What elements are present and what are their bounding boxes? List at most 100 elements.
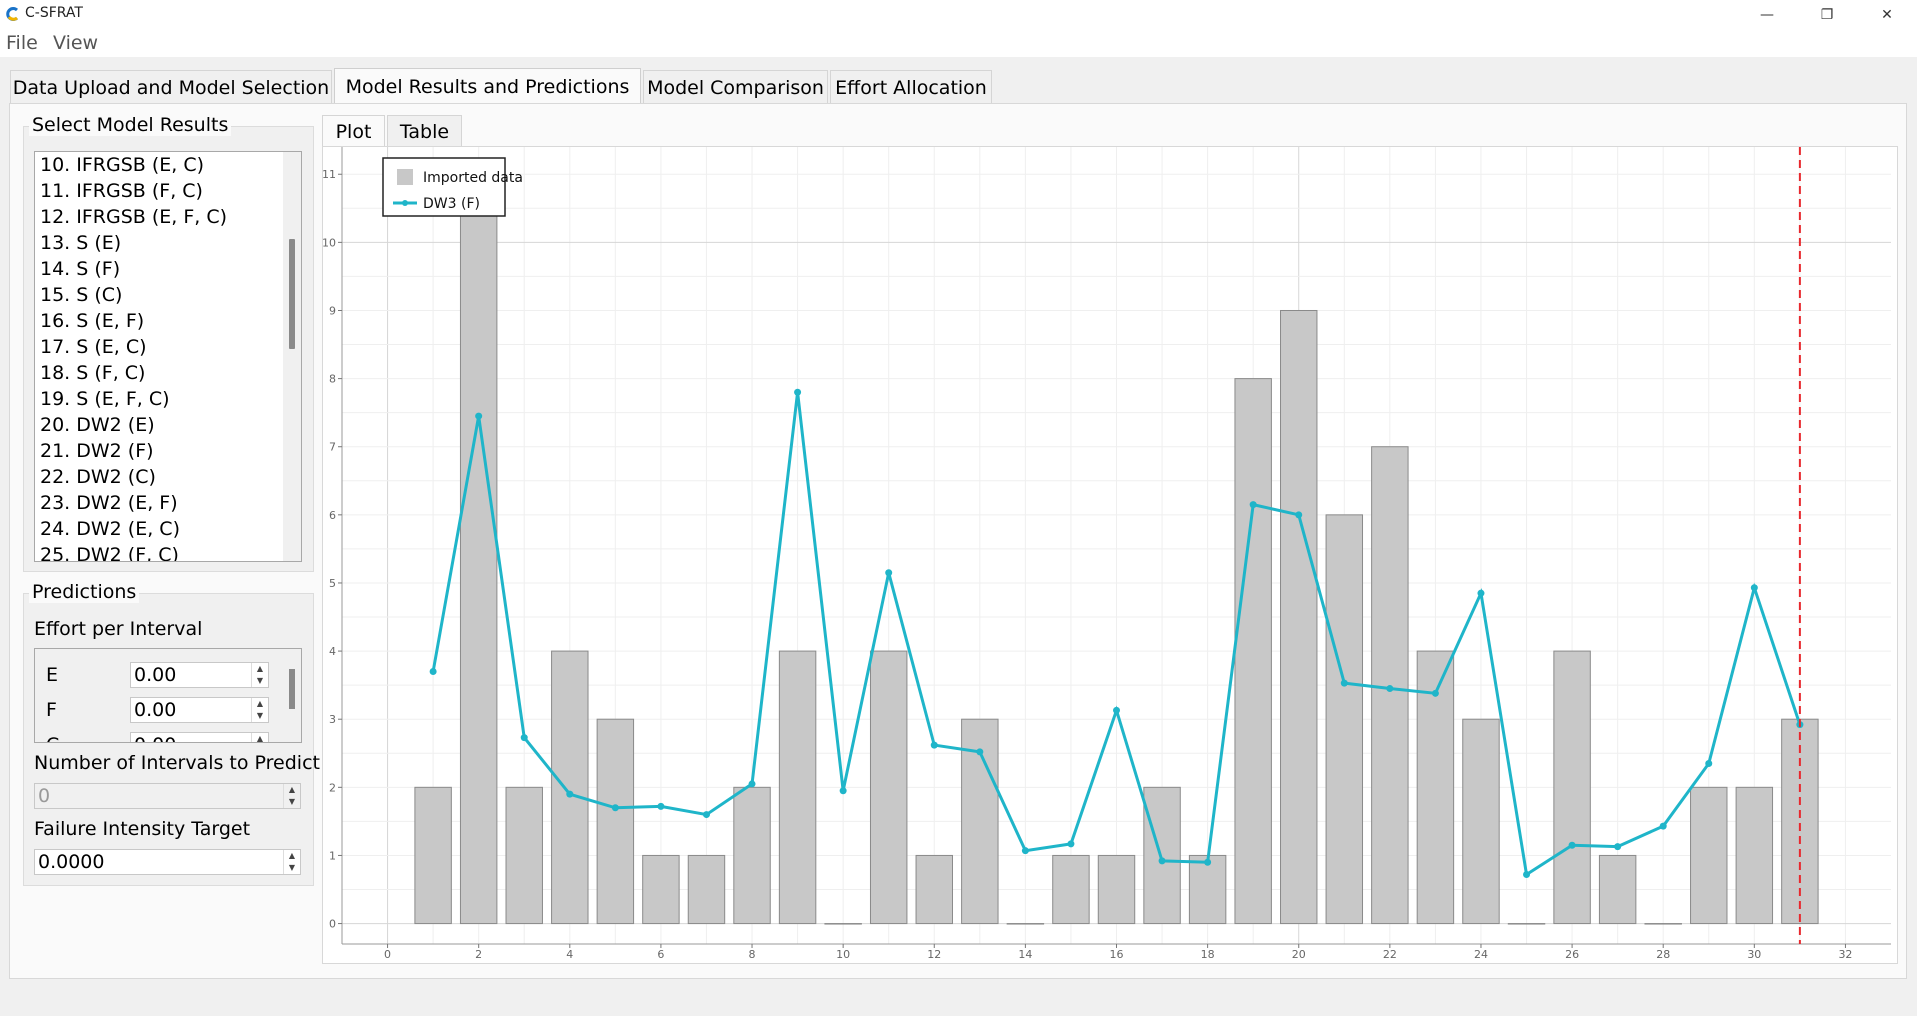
effort-f-label: F bbox=[46, 699, 57, 721]
x-tick-label: 26 bbox=[1565, 948, 1579, 961]
effort-e-stepper[interactable]: ▲ ▼ bbox=[251, 663, 268, 687]
data-point bbox=[839, 787, 847, 795]
legend-label-imported: Imported data bbox=[423, 170, 523, 186]
minimize-button[interactable]: — bbox=[1742, 0, 1792, 29]
effort-e-value: 0.00 bbox=[134, 664, 177, 686]
failure-chart[interactable]: 0 2 4 6 8 10 12 14 16 18 20 22 24 26 28 30 3201234567891… bbox=[322, 147, 1897, 963]
bar bbox=[414, 786, 452, 925]
effort-f-input[interactable]: 0.00 ▲ ▼ bbox=[130, 697, 269, 723]
data-point bbox=[657, 802, 665, 810]
bar bbox=[1097, 854, 1136, 925]
data-point bbox=[566, 790, 574, 798]
data-point bbox=[475, 412, 483, 420]
effort-c-input[interactable]: 0.00 ▲▼ bbox=[130, 732, 269, 742]
effort-f-stepper[interactable]: ▲ ▼ bbox=[251, 698, 268, 722]
bar bbox=[1598, 854, 1637, 925]
effort-scroll-area[interactable]: E 0.00 ▲▼ F 0.00 ▲▼ C 0.00 ▲▼ bbox=[34, 648, 302, 743]
x-tick-label: 24 bbox=[1474, 948, 1488, 961]
bar bbox=[1690, 786, 1728, 925]
data-point bbox=[1113, 706, 1120, 714]
y-tick-label: 5 bbox=[329, 577, 336, 590]
predictions-title: Predictions bbox=[29, 581, 140, 603]
data-point bbox=[1386, 685, 1394, 693]
list-item[interactable]: 21. DW2 (F) bbox=[40, 438, 154, 464]
scrollbar-thumb[interactable] bbox=[289, 239, 295, 349]
y-tick-label: 4 bbox=[329, 645, 336, 658]
restore-button[interactable]: ❐ bbox=[1802, 0, 1852, 29]
data-point bbox=[1750, 584, 1758, 592]
x-tick-label: 22 bbox=[1383, 948, 1397, 961]
x-tick-label: 4 bbox=[566, 948, 573, 961]
data-point bbox=[1477, 589, 1485, 597]
data-point bbox=[885, 569, 893, 577]
intensity-stepper[interactable]: ▲ ▼ bbox=[283, 850, 300, 874]
list-item[interactable]: 16. S (E, F) bbox=[40, 308, 144, 334]
bar bbox=[778, 650, 817, 925]
x-tick-label: 20 bbox=[1292, 948, 1306, 961]
data-point bbox=[1614, 843, 1622, 851]
intensity-input[interactable]: 0.0000 ▲ ▼ bbox=[34, 849, 301, 875]
x-tick-label: 0 bbox=[384, 948, 391, 961]
list-item[interactable]: 17. S (E, C) bbox=[40, 334, 147, 360]
data-point bbox=[976, 748, 984, 756]
list-item[interactable]: 10. IFRGSB (E, C) bbox=[40, 152, 204, 178]
tab-data-upload[interactable]: Data Upload and Model Selection bbox=[10, 70, 332, 104]
list-item[interactable]: 20. DW2 (E) bbox=[40, 412, 155, 438]
menu-file[interactable]: File bbox=[6, 32, 38, 54]
y-tick-label: 0 bbox=[329, 918, 336, 931]
x-tick-label: 12 bbox=[927, 948, 941, 961]
bar bbox=[1735, 786, 1774, 925]
y-tick-label: 7 bbox=[329, 441, 336, 454]
data-point bbox=[1158, 857, 1166, 865]
legend-swatch-marker bbox=[402, 200, 408, 206]
list-item[interactable]: 18. S (F, C) bbox=[40, 360, 145, 386]
menu-bar: File View bbox=[0, 29, 1917, 57]
data-point bbox=[1523, 871, 1531, 879]
list-item[interactable]: 25. DW2 (F, C) bbox=[40, 542, 179, 561]
tab-table[interactable]: Table bbox=[387, 115, 462, 147]
y-tick-label: 6 bbox=[329, 509, 336, 522]
close-button[interactable]: ✕ bbox=[1862, 0, 1912, 29]
data-point bbox=[429, 668, 437, 676]
effort-e-input[interactable]: 0.00 ▲ ▼ bbox=[130, 662, 269, 688]
bar bbox=[642, 854, 680, 925]
list-item[interactable]: 19. S (E, F, C) bbox=[40, 386, 170, 412]
close-icon: ✕ bbox=[1881, 6, 1893, 23]
list-item[interactable]: 13. S (E) bbox=[40, 230, 121, 256]
list-item[interactable]: 11. IFRGSB (F, C) bbox=[40, 178, 203, 204]
intervals-stepper[interactable]: ▲ ▼ bbox=[283, 784, 300, 808]
tab-effort-allocation[interactable]: Effort Allocation bbox=[830, 70, 992, 104]
x-tick-label: 16 bbox=[1110, 948, 1124, 961]
tab-model-comparison[interactable]: Model Comparison bbox=[643, 70, 828, 104]
effort-c-label: C bbox=[46, 734, 59, 742]
effort-c-stepper[interactable]: ▲▼ bbox=[251, 733, 268, 742]
effort-e-label: E bbox=[46, 664, 59, 686]
effort-per-interval-label: Effort per Interval bbox=[34, 618, 203, 640]
bar bbox=[733, 786, 771, 925]
effort-scrollbar-thumb[interactable] bbox=[289, 669, 295, 709]
list-item[interactable]: 24. DW2 (E, C) bbox=[40, 516, 180, 542]
x-tick-label: 30 bbox=[1747, 948, 1761, 961]
list-item[interactable]: 12. IFRGSB (E, F, C) bbox=[40, 204, 227, 230]
menu-view[interactable]: View bbox=[53, 32, 98, 54]
tab-model-results[interactable]: Model Results and Predictions bbox=[334, 68, 641, 104]
x-tick-label: 10 bbox=[836, 948, 850, 961]
list-scrollbar[interactable] bbox=[283, 152, 301, 561]
y-tick-label: 2 bbox=[329, 781, 336, 794]
legend-swatch-bars bbox=[397, 169, 413, 185]
y-tick-label: 10 bbox=[323, 236, 336, 249]
list-item[interactable]: 22. DW2 (C) bbox=[40, 464, 156, 490]
list-item[interactable]: 23. DW2 (E, F) bbox=[40, 490, 178, 516]
effort-scrollbar[interactable] bbox=[283, 649, 301, 742]
bar bbox=[915, 854, 953, 925]
list-item[interactable]: 14. S (F) bbox=[40, 256, 120, 282]
model-results-list[interactable]: 10. IFRGSB (E, C) 11. IFRGSB (F, C) 12. IF… bbox=[34, 151, 302, 562]
tab-plot[interactable]: Plot bbox=[322, 115, 385, 147]
list-item[interactable]: 15. S (C) bbox=[40, 282, 122, 308]
minimize-icon: — bbox=[1760, 6, 1774, 23]
data-point bbox=[1705, 759, 1713, 767]
data-point bbox=[1431, 689, 1439, 697]
bar bbox=[551, 650, 589, 925]
bar bbox=[1644, 923, 1682, 925]
intervals-input[interactable]: 0 ▲ ▼ bbox=[34, 783, 301, 809]
